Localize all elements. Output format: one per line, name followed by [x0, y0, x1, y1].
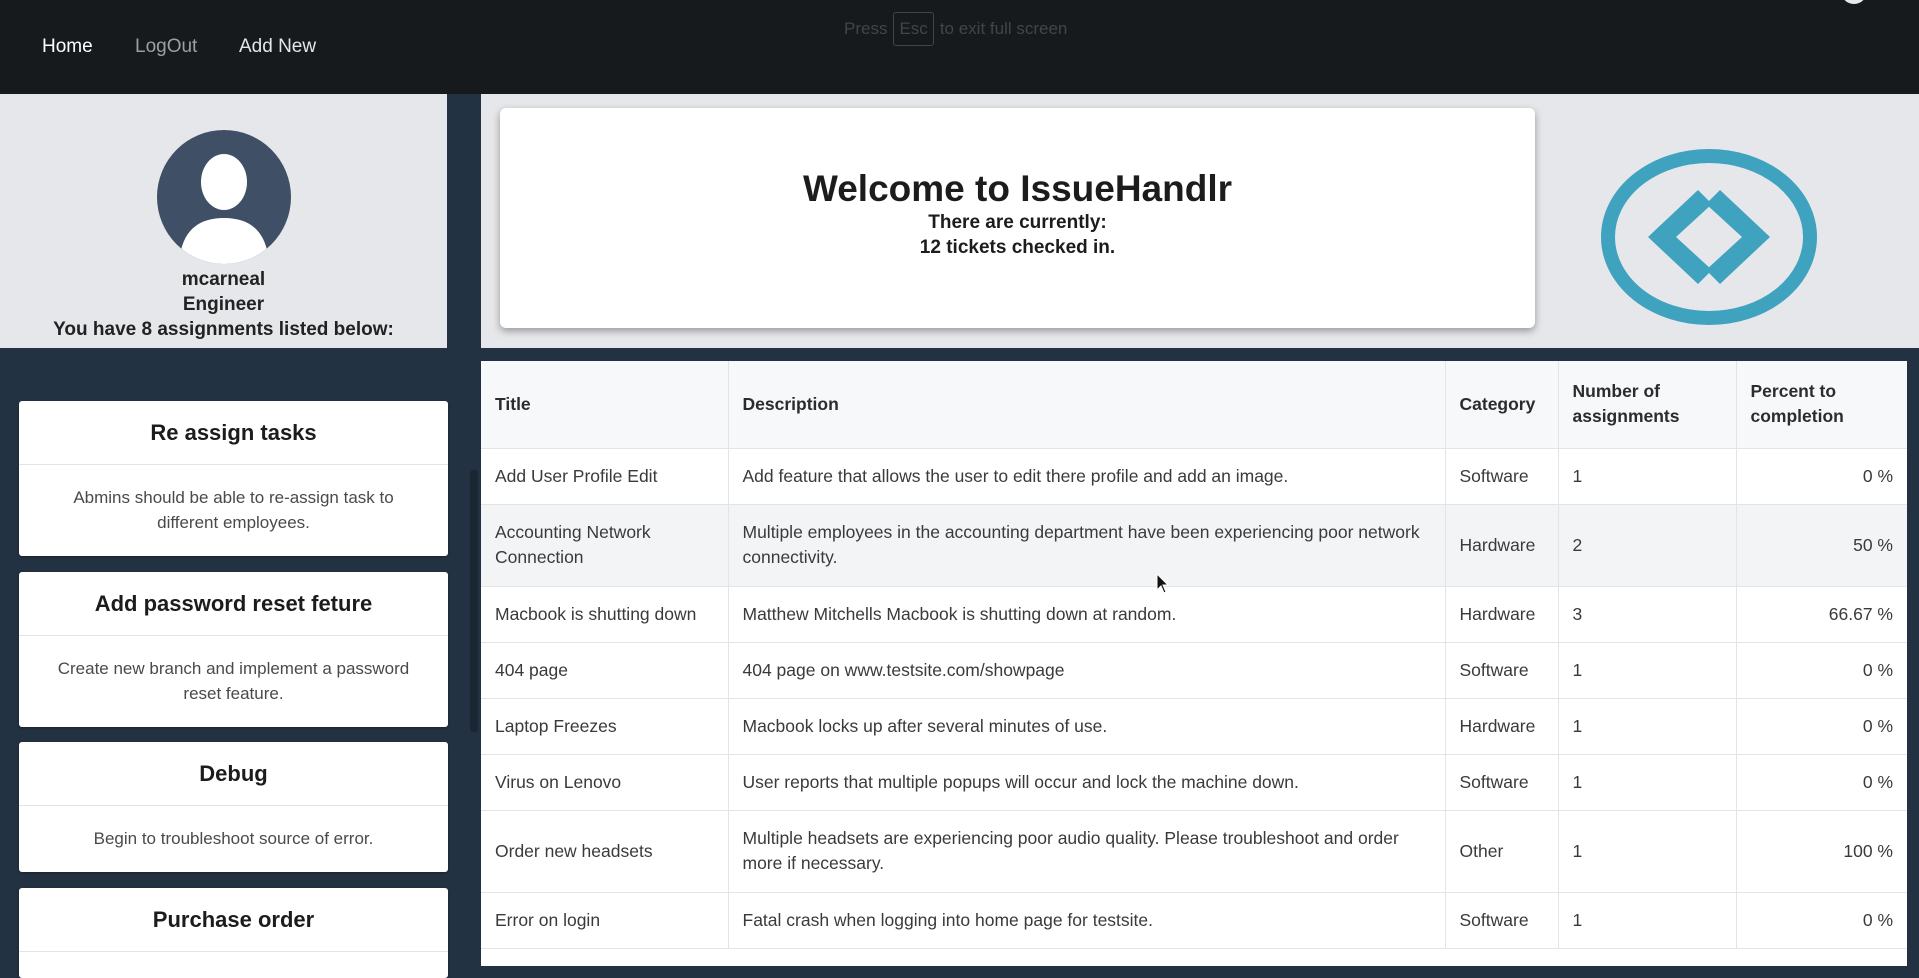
table-row[interactable]: Macbook is shutting down Matthew Mitchel… — [481, 586, 1907, 643]
assignment-card[interactable]: Re assign tasks Abmins should be able to… — [19, 401, 448, 556]
table-header-row: Title Description Category Number of assi… — [481, 361, 1907, 449]
cell-percent: 66.67 % — [1736, 586, 1907, 643]
code-brackets-icon — [1600, 148, 1818, 331]
header-title[interactable]: Title — [481, 361, 729, 449]
cell-assignments: 1 — [1558, 754, 1737, 811]
cell-description: Macbook locks up after several minutes o… — [728, 698, 1446, 755]
cell-description: Multiple headsets are experiencing poor … — [728, 810, 1446, 893]
cell-description: Matthew Mitchells Macbook is shutting do… — [728, 586, 1446, 643]
assignment-card-title: Purchase order — [19, 888, 448, 952]
ticket-count-line: 12 tickets checked in. — [919, 237, 1116, 258]
fullscreen-hint-before: Press — [844, 19, 888, 38]
cell-percent: 0 % — [1736, 698, 1907, 755]
cell-category: Hardware — [1445, 586, 1559, 643]
cell-category: Hardware — [1445, 698, 1559, 755]
header-category[interactable]: Category — [1445, 361, 1559, 449]
cell-percent: 50 % — [1736, 504, 1907, 587]
window-corner-indicator — [1841, 0, 1867, 4]
cell-category: Other — [1445, 810, 1559, 893]
header-description[interactable]: Description — [728, 361, 1446, 449]
assignment-card[interactable]: Purchase order — [19, 888, 448, 978]
profile-role: Engineer — [182, 294, 265, 315]
cell-title: Virus on Lenovo — [481, 754, 729, 811]
cell-title: Order new headsets — [481, 810, 729, 893]
welcome-card: Welcome to IssueHandlr There are current… — [500, 108, 1535, 328]
sidebar-scrollbar[interactable] — [470, 470, 478, 732]
cell-percent: 0 % — [1736, 892, 1907, 949]
cell-assignments: 3 — [1558, 586, 1737, 643]
header-percent-line1: Percent to — [1750, 381, 1837, 402]
header-percent-line2: completion — [1750, 406, 1844, 427]
top-nav-bar: Home LogOut Add New Press Esc to exit full… — [0, 0, 1919, 94]
assignment-card-title: Re assign tasks — [19, 401, 448, 465]
header-percent[interactable]: Percent to completion — [1736, 361, 1907, 449]
tickets-table-container: Title Description Category Number of assi… — [481, 361, 1907, 966]
header-assignments[interactable]: Number of assignments — [1558, 361, 1737, 449]
profile-panel: mcarneal Engineer You have 8 assignments… — [0, 94, 447, 348]
cell-assignments: 1 — [1558, 642, 1737, 699]
assignment-card[interactable]: Debug Begin to troubleshoot source of er… — [19, 742, 448, 872]
cell-assignments: 1 — [1558, 892, 1737, 949]
cell-title: Laptop Freezes — [481, 698, 729, 755]
cell-assignments: 1 — [1558, 698, 1737, 755]
assignment-card[interactable]: Add password reset feture Create new bra… — [19, 572, 448, 727]
cell-category: Software — [1445, 448, 1559, 505]
cell-category: Software — [1445, 892, 1559, 949]
cell-category: Software — [1445, 642, 1559, 699]
profile-assignments-count: You have 8 assignments listed below: — [53, 319, 394, 340]
assignment-card-title: Add password reset feture — [19, 572, 448, 636]
cell-title: Macbook is shutting down — [481, 586, 729, 643]
cell-category: Hardware — [1445, 504, 1559, 587]
cell-assignments: 2 — [1558, 504, 1737, 587]
table-row[interactable]: Order new headsets Multiple headsets are… — [481, 810, 1907, 893]
header-assignments-line2: assignments — [1572, 406, 1680, 427]
assignment-card-title: Debug — [19, 742, 448, 806]
assignment-card-body: Create new branch and implement a passwo… — [57, 659, 410, 703]
table-row[interactable]: Error on login Fatal crash when logging … — [481, 892, 1907, 949]
table-row[interactable]: Virus on Lenovo User reports that multip… — [481, 754, 1907, 811]
mouse-cursor-icon — [1156, 572, 1170, 600]
cell-percent: 0 % — [1736, 754, 1907, 811]
fullscreen-hint-after: to exit full screen — [939, 19, 1068, 38]
cell-description: User reports that multiple popups will o… — [728, 754, 1446, 811]
ticket-status-line: There are currently: — [928, 212, 1107, 233]
profile-username: mcarneal — [181, 269, 266, 290]
table-row[interactable]: 404 page 404 page on www.testsite.com/sh… — [481, 642, 1907, 699]
cell-description: Add feature that allows the user to edit… — [728, 448, 1446, 505]
cell-description: Fatal crash when logging into home page … — [728, 892, 1446, 949]
header-assignments-line1: Number of — [1572, 381, 1661, 402]
tickets-table: Title Description Category Number of assi… — [481, 361, 1907, 949]
cell-title: Error on login — [481, 892, 729, 949]
table-row[interactable]: Add User Profile Edit Add feature that a… — [481, 448, 1907, 505]
cell-percent: 100 % — [1736, 810, 1907, 893]
user-silhouette-icon — [157, 130, 291, 264]
nav-logout-link[interactable]: LogOut — [135, 36, 197, 58]
cell-assignments: 1 — [1558, 448, 1737, 505]
cell-percent: 0 % — [1736, 642, 1907, 699]
cell-title: Accounting Network Connection — [481, 504, 729, 587]
fullscreen-hint: Press Esc to exit full screen — [844, 12, 1067, 46]
welcome-title: Welcome to IssueHandlr — [802, 168, 1233, 209]
cell-percent: 0 % — [1736, 448, 1907, 505]
cell-assignments: 1 — [1558, 810, 1737, 893]
cell-title: Add User Profile Edit — [481, 448, 729, 505]
cell-description: Multiple employees in the accounting dep… — [728, 504, 1446, 587]
assignment-card-body: Begin to troubleshoot source of error. — [93, 829, 374, 848]
table-row[interactable]: Laptop Freezes Macbook locks up after se… — [481, 698, 1907, 755]
cell-description: 404 page on www.testsite.com/showpage — [728, 642, 1446, 699]
nav-home-link[interactable]: Home — [42, 36, 93, 58]
fullscreen-hint-key: Esc — [893, 12, 934, 46]
assignment-card-body: Abmins should be able to re-assign task … — [73, 488, 394, 532]
cell-category: Software — [1445, 754, 1559, 811]
table-row[interactable]: Accounting Network Connection Multiple e… — [481, 504, 1907, 587]
cell-title: 404 page — [481, 642, 729, 699]
nav-add-new-link[interactable]: Add New — [239, 36, 316, 58]
